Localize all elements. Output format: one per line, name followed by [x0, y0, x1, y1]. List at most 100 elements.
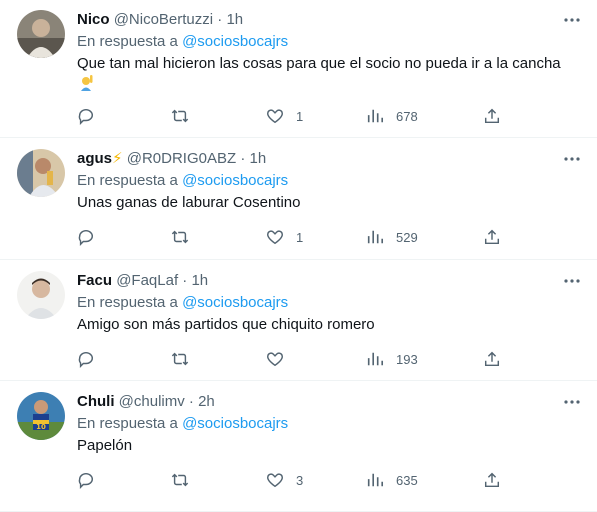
- like-button[interactable]: 1: [266, 227, 303, 247]
- tweet-actions: 3 635: [77, 470, 517, 490]
- mention-link[interactable]: @sociosbocajrs: [182, 172, 288, 189]
- tweet-nico[interactable]: Nico @NicoBertuzzi · 1h En respuesta a @…: [0, 0, 597, 138]
- retweet-button[interactable]: [171, 106, 189, 126]
- like-count: 1: [296, 229, 304, 245]
- like-button[interactable]: 3: [266, 470, 303, 490]
- separator-dot: ·: [240, 150, 246, 167]
- analytics-icon: [367, 230, 384, 244]
- tweet-actions: 1 529: [77, 227, 517, 247]
- view-count: 193: [396, 351, 418, 367]
- display-name[interactable]: Chuli: [77, 393, 115, 410]
- tweet-actions: 193: [77, 349, 517, 369]
- user-handle[interactable]: @R0DRIG0ABZ: [127, 150, 236, 167]
- replying-to: En respuesta a @sociosbocajrs: [77, 171, 288, 191]
- tweet-text: Amigo son más partidos que chiquito rome…: [77, 315, 577, 335]
- separator-dot: ·: [182, 272, 188, 289]
- timestamp[interactable]: 1h: [191, 272, 208, 289]
- replying-to: En respuesta a @sociosbocajrs: [77, 293, 288, 313]
- share-button[interactable]: [483, 106, 501, 126]
- tweet-header: agus⚡ @R0DRIG0ABZ · 1h: [77, 149, 557, 169]
- share-icon: [484, 351, 500, 367]
- more-options-icon[interactable]: [562, 271, 582, 291]
- views-button[interactable]: 529: [366, 227, 418, 247]
- separator-dot: ·: [188, 393, 194, 410]
- reply-icon: [78, 472, 94, 489]
- user-handle[interactable]: @chulimv: [119, 393, 185, 410]
- retweet-icon: [171, 109, 189, 123]
- like-button[interactable]: [266, 349, 296, 369]
- replying-to: En respuesta a @sociosbocajrs: [77, 414, 288, 434]
- tweet-text: Unas ganas de laburar Cosentino: [77, 193, 577, 213]
- avatar[interactable]: [17, 10, 65, 58]
- retweet-icon: [171, 352, 189, 366]
- views-button[interactable]: 678: [366, 106, 418, 126]
- reply-button[interactable]: [77, 470, 95, 490]
- tweet-header: Facu @FaqLaf · 1h: [77, 271, 557, 291]
- reply-prefix: En respuesta a: [77, 33, 178, 50]
- like-button[interactable]: 1: [266, 106, 303, 126]
- tweet-body: Papelón: [77, 437, 133, 454]
- user-handle[interactable]: @FaqLaf: [116, 272, 178, 289]
- retweet-icon: [171, 230, 189, 244]
- heart-icon: [267, 109, 283, 124]
- views-button[interactable]: 193: [366, 349, 418, 369]
- reply-button[interactable]: [77, 106, 95, 126]
- person-raising-hand-emoji-icon: [77, 74, 95, 92]
- reply-button[interactable]: [77, 227, 95, 247]
- retweet-icon: [171, 473, 189, 487]
- like-count: 3: [296, 472, 304, 488]
- tweet-agus[interactable]: agus⚡ @R0DRIG0ABZ · 1h En respuesta a @s…: [0, 139, 597, 260]
- timestamp[interactable]: 1h: [250, 150, 267, 167]
- timestamp[interactable]: 1h: [226, 11, 243, 28]
- analytics-icon: [367, 473, 384, 487]
- heart-icon: [267, 230, 283, 245]
- reply-prefix: En respuesta a: [77, 172, 178, 189]
- tweet-body: Que tan mal hicieron las cosas para que …: [77, 55, 561, 72]
- heart-icon: [267, 352, 283, 367]
- tweet-header: Nico @NicoBertuzzi · 1h: [77, 10, 557, 30]
- display-name[interactable]: Facu: [77, 272, 112, 289]
- display-name[interactable]: Nico: [77, 11, 110, 28]
- tweet-header: Chuli @chulimv · 2h: [77, 392, 557, 412]
- share-icon: [484, 108, 500, 124]
- more-options-icon[interactable]: [562, 149, 582, 169]
- tweet-body: Amigo son más partidos que chiquito rome…: [77, 316, 375, 333]
- tweet-facu[interactable]: Facu @FaqLaf · 1h En respuesta a @socios…: [0, 261, 597, 381]
- retweet-button[interactable]: [171, 349, 189, 369]
- views-button[interactable]: 635: [366, 470, 418, 490]
- reply-feed: Nico @NicoBertuzzi · 1h En respuesta a @…: [0, 0, 597, 512]
- retweet-button[interactable]: [171, 470, 189, 490]
- reply-prefix: En respuesta a: [77, 294, 178, 311]
- tweet-text: Papelón: [77, 436, 577, 456]
- reply-icon: [78, 229, 94, 246]
- avatar[interactable]: [17, 149, 65, 197]
- reply-prefix: En respuesta a: [77, 415, 178, 432]
- reply-icon: [78, 108, 94, 125]
- mention-link[interactable]: @sociosbocajrs: [182, 415, 288, 432]
- user-handle[interactable]: @NicoBertuzzi: [114, 11, 213, 28]
- more-options-icon[interactable]: [562, 10, 582, 30]
- timestamp[interactable]: 2h: [198, 393, 215, 410]
- view-count: 529: [396, 229, 418, 245]
- display-name[interactable]: agus: [77, 150, 112, 167]
- reply-button[interactable]: [77, 349, 95, 369]
- tweet-chuli[interactable]: 10 Chuli @chulimv · 2h En respuesta a @s…: [0, 382, 597, 512]
- tweet-text: Que tan mal hicieron las cosas para que …: [77, 54, 577, 95]
- share-button[interactable]: [483, 470, 501, 490]
- share-button[interactable]: [483, 227, 501, 247]
- svg-text:10: 10: [36, 423, 46, 431]
- more-options-icon[interactable]: [562, 392, 582, 412]
- mention-link[interactable]: @sociosbocajrs: [182, 294, 288, 311]
- share-icon: [484, 229, 500, 245]
- mention-link[interactable]: @sociosbocajrs: [182, 33, 288, 50]
- retweet-button[interactable]: [171, 227, 189, 247]
- tweet-actions: 1 678: [77, 106, 517, 126]
- avatar[interactable]: [17, 271, 65, 319]
- avatar[interactable]: 10: [17, 392, 65, 440]
- reply-icon: [78, 351, 94, 368]
- share-button[interactable]: [483, 349, 501, 369]
- analytics-icon: [367, 109, 384, 123]
- view-count: 678: [396, 108, 418, 124]
- heart-icon: [267, 473, 283, 488]
- replying-to: En respuesta a @sociosbocajrs: [77, 32, 288, 52]
